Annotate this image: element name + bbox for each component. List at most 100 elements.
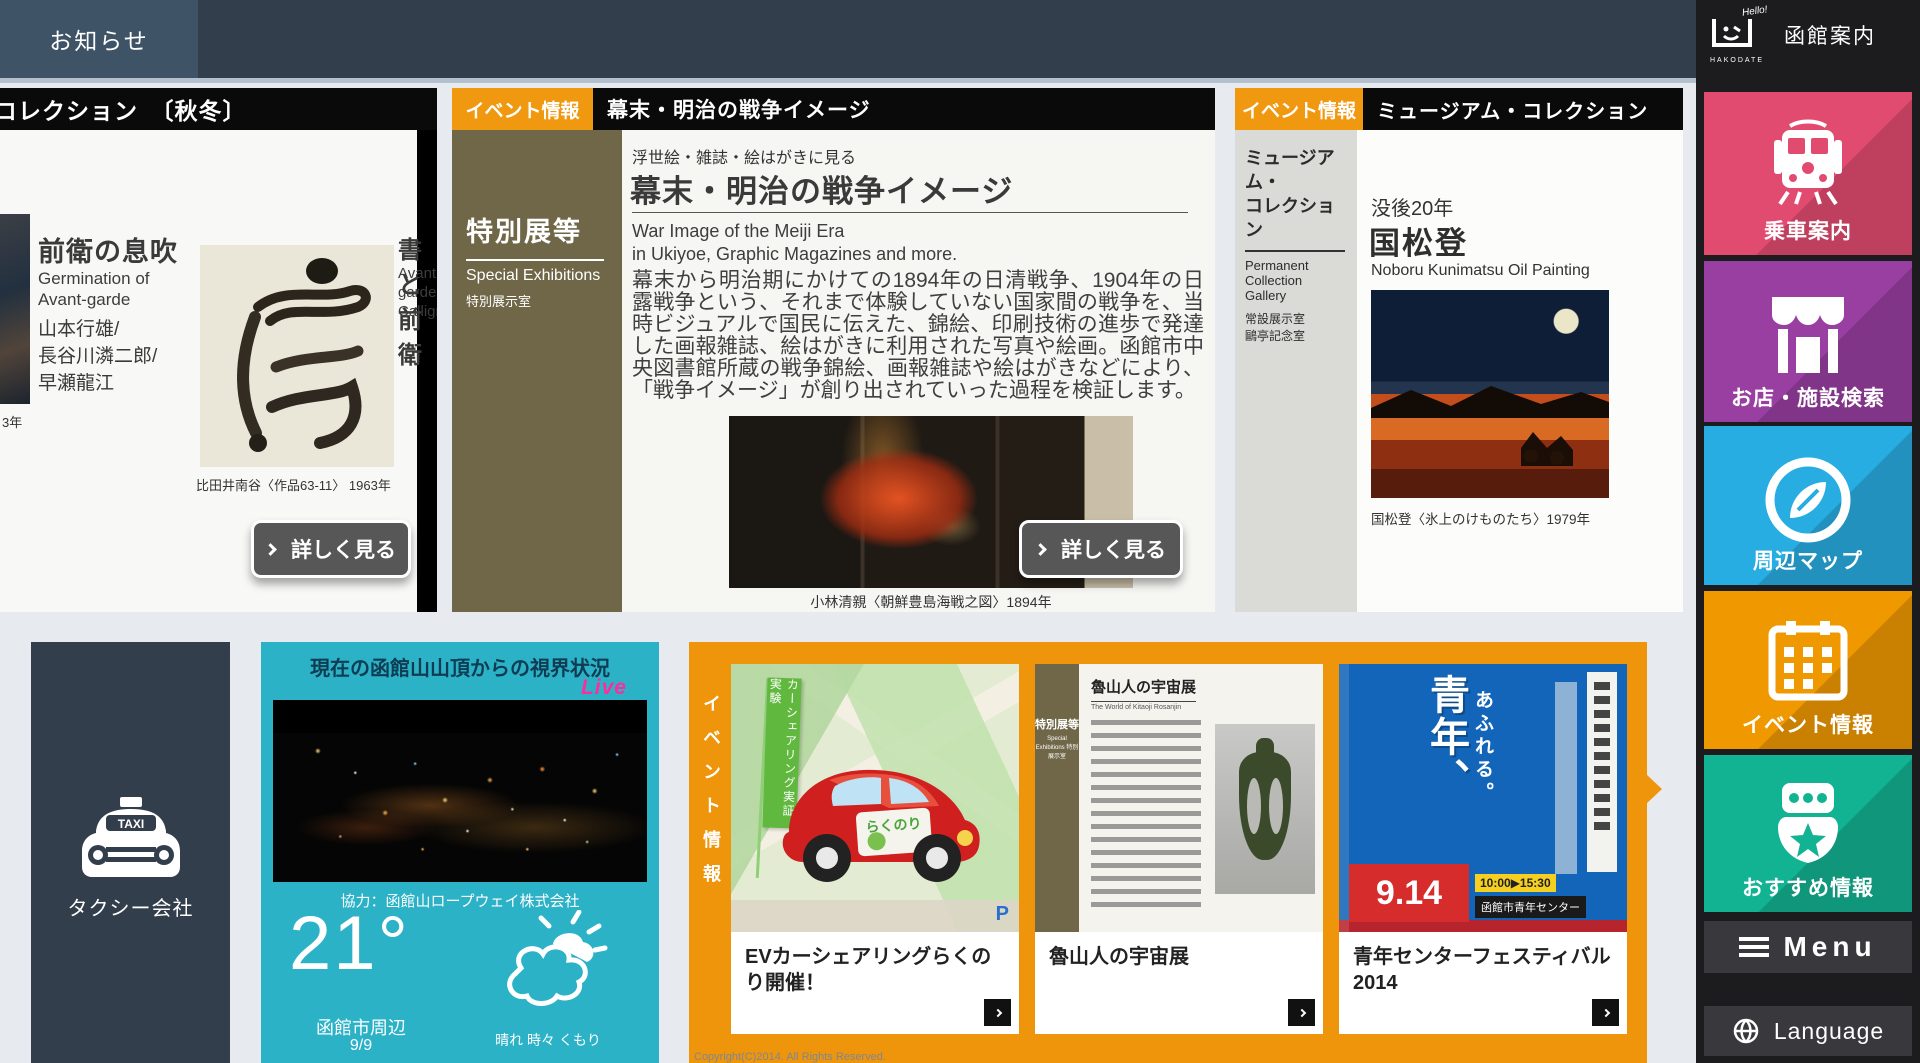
event2-arrow-button[interactable] bbox=[1288, 999, 1315, 1026]
sidebar-item-label: イベント情報 bbox=[1704, 709, 1912, 739]
parking-mark: P bbox=[996, 903, 1009, 926]
weather-condition: 晴れ 時々 くもり bbox=[463, 1030, 633, 1050]
tram-icon bbox=[1760, 118, 1856, 219]
card-collection[interactable]: コレクション 〔秋冬〕 3年 前衛の息吹 Germination of Avan… bbox=[0, 88, 437, 612]
flyer-side-en: Special Exhibitions 特別展示室 bbox=[1035, 736, 1079, 760]
language-label: Language bbox=[1774, 1018, 1884, 1045]
hamburger-icon bbox=[1739, 937, 1769, 957]
sidebar-item-recommended[interactable]: おすすめ情報 bbox=[1704, 755, 1912, 912]
panel-title: 特別展等 bbox=[466, 210, 610, 249]
sidebar: Hello! HAKODATE 函館案内 bbox=[1696, 0, 1920, 1063]
sidebar-item-transit[interactable]: 乗車案内 bbox=[1704, 92, 1912, 255]
event-info-badge: イベント情報 bbox=[1235, 88, 1363, 130]
compass-icon bbox=[1760, 452, 1856, 553]
panel-room: 特別展示室 bbox=[466, 291, 610, 310]
events-vertical-label: イベント情報 bbox=[698, 694, 724, 898]
war-title-en: War Image of the Meiji Erain Ukiyoe, Gra… bbox=[632, 220, 957, 266]
card-museum-collection[interactable]: イベント情報 ミュージアム・コレクション ミュージアム・ コレクション Perm… bbox=[1235, 88, 1683, 612]
poster-side-strip bbox=[1587, 672, 1617, 872]
sidebar-item-area-map[interactable]: 周辺マップ bbox=[1704, 426, 1912, 585]
special-exhibition-panel: 特別展等 Special Exhibitions 特別展示室 bbox=[452, 130, 622, 612]
war-description: 幕末から明治期にかけての1894年の日清戦争、1904年の日露戦争という、それま… bbox=[632, 270, 1204, 402]
sidebar-item-event-info[interactable]: イベント情報 bbox=[1704, 591, 1912, 749]
copyright-text: Copyright(C)2014. All Rights Reserved. bbox=[694, 1051, 886, 1063]
event2-title: 魯山人の宇宙展 bbox=[1049, 944, 1309, 970]
live-view-weather-tile[interactable]: 現在の函館山山頂からの視界状況 Live 協力：函館山ロープウェイ株式会社 21… bbox=[261, 642, 659, 1063]
menu-button[interactable]: Menu bbox=[1704, 921, 1912, 973]
panel-title-en: Special Exhibitions bbox=[466, 267, 610, 285]
kiosk-screen: お知らせ コレクション 〔秋冬〕 3年 前衛の息吹 Germination of… bbox=[0, 0, 1920, 1063]
hakodate-logo-icon: Hello! HAKODATE bbox=[1708, 6, 1766, 64]
museum-header: イベント情報 ミュージアム・コレクション bbox=[1235, 88, 1683, 130]
event3-arrow-button[interactable] bbox=[1592, 999, 1619, 1026]
globe-icon bbox=[1732, 1017, 1760, 1045]
night-view-photo bbox=[273, 700, 647, 882]
events-panel: イベント情報 カーシェアリング実証実験 P らくのり bbox=[689, 642, 1647, 1063]
panel-rooms: 常設展示室 鷗亭記念室 bbox=[1245, 311, 1349, 345]
taxi-company-tile[interactable]: TAXI タクシー会社 bbox=[31, 642, 230, 1063]
war-print-caption: 小林清親〈朝鮮豊島海戦之図〉1894年 bbox=[729, 592, 1133, 612]
live-badge: Live bbox=[581, 676, 627, 700]
temperature-value: 21° bbox=[289, 900, 410, 987]
collection-header: コレクション 〔秋冬〕 bbox=[0, 88, 437, 130]
event3-title: 青年センターフェスティバル2014 bbox=[1353, 944, 1613, 996]
event-card-youth-festival[interactable]: 青年、 あふれる。 9.14 10:00▶15:30 函館市青年センター 青年セ… bbox=[1339, 664, 1627, 1034]
sidebar-item-label: おすすめ情報 bbox=[1704, 872, 1912, 902]
museum-title-en: Noboru Kunimatsu Oil Painting bbox=[1371, 262, 1590, 280]
top-bar-divider bbox=[0, 78, 1696, 83]
taxi-label: タクシー会社 bbox=[31, 892, 230, 921]
vase-shape bbox=[1239, 752, 1291, 860]
war-body: 特別展等 Special Exhibitions 特別展示室 浮世絵・雑誌・絵は… bbox=[452, 130, 1215, 612]
top-bar: お知らせ bbox=[0, 0, 1696, 78]
collection-more-button[interactable]: 詳しく見る bbox=[251, 520, 411, 578]
menu-label: Menu bbox=[1783, 931, 1876, 963]
chevron-right-icon bbox=[1034, 543, 1047, 556]
language-button[interactable]: Language bbox=[1704, 1006, 1912, 1056]
poster-venue: 函館市青年センター bbox=[1475, 896, 1586, 918]
artwork-edge-caption: 3年 bbox=[2, 412, 22, 431]
sidebar-item-label: 周辺マップ bbox=[1704, 545, 1912, 575]
event-info-badge: イベント情報 bbox=[452, 88, 593, 130]
taxi-icon: TAXI bbox=[76, 797, 186, 892]
event2-image: 特別展等 Special Exhibitions 特別展示室 魯山人の宇宙展 T… bbox=[1035, 664, 1323, 932]
oil-painting-image bbox=[1371, 290, 1609, 498]
work1-artists: 山本行雄/ 長谷川潾二郎/ 早瀬龍江 bbox=[38, 316, 157, 397]
collection-header-title: コレクション 〔秋冬〕 bbox=[0, 92, 247, 126]
festival-poster: 青年、 あふれる。 9.14 10:00▶15:30 函館市青年センター bbox=[1339, 664, 1627, 932]
poster-time: 10:00▶15:30 bbox=[1475, 874, 1556, 892]
war-more-button[interactable]: 詳しく見る bbox=[1019, 520, 1183, 578]
chevron-right-icon bbox=[264, 543, 277, 556]
hakodate-home-button[interactable]: Hello! HAKODATE 函館案内 bbox=[1696, 4, 1920, 66]
museum-title: 国松登 bbox=[1369, 218, 1468, 263]
collection-body: 3年 前衛の息吹 Germination of Avant-garde 山本行雄… bbox=[0, 130, 417, 612]
vase-photo bbox=[1215, 724, 1315, 894]
event1-title: EVカーシェアリングらくのり開催！ bbox=[745, 944, 1005, 996]
work1-caption: 比田井南谷〈作品63-11〉 1963年 bbox=[196, 475, 391, 494]
weather-date: 9/9 bbox=[281, 1037, 441, 1055]
sun-behind-cloud-icon bbox=[491, 910, 611, 1015]
calligraphy-artwork-image bbox=[200, 245, 394, 467]
flyer-body-text-lines bbox=[1091, 720, 1201, 910]
museum-body: ミュージアム・ コレクション Permanent Collection Gall… bbox=[1235, 130, 1683, 612]
poster-main-text: 青年、 bbox=[1417, 674, 1475, 800]
poster-date: 9.14 bbox=[1349, 864, 1469, 922]
museum-caption: 国松登〈氷上のけものたち〉1979年 bbox=[1371, 508, 1590, 528]
flyer-title-en: The World of Kitaoji Rosanjin bbox=[1091, 704, 1181, 711]
sidebar-item-label: お店・施設検索 bbox=[1704, 382, 1912, 412]
event1-arrow-button[interactable] bbox=[984, 999, 1011, 1026]
calendar-icon bbox=[1760, 617, 1856, 714]
event-card-rosanjin[interactable]: 特別展等 Special Exhibitions 特別展示室 魯山人の宇宙展 T… bbox=[1035, 664, 1323, 1034]
work2-title-en: Avant-garde Calligraphy bbox=[398, 264, 437, 321]
sidebar-item-shop-search[interactable]: お店・施設検索 bbox=[1704, 261, 1912, 422]
card-war-exhibition[interactable]: イベント情報 幕末・明治の戦争イメージ 特別展等 Special Exhibit… bbox=[452, 88, 1215, 612]
chevron-right-icon bbox=[1297, 1008, 1305, 1016]
museum-header-title: ミュージアム・コレクション bbox=[1377, 95, 1648, 124]
poster-sub-text: あふれる。 bbox=[1469, 690, 1496, 805]
event1-image: カーシェアリング実証実験 P らくのり bbox=[731, 664, 1019, 932]
event-card-ev-carsharing[interactable]: カーシェアリング実証実験 P らくのり bbox=[731, 664, 1019, 1034]
sidebar-item-label: 乗車案内 bbox=[1704, 215, 1912, 245]
logo-name-text: HAKODATE bbox=[1708, 57, 1766, 64]
work1-title: 前衛の息吹 bbox=[38, 230, 178, 269]
star-badge-icon bbox=[1760, 779, 1856, 876]
tab-notices[interactable]: お知らせ bbox=[0, 0, 198, 78]
